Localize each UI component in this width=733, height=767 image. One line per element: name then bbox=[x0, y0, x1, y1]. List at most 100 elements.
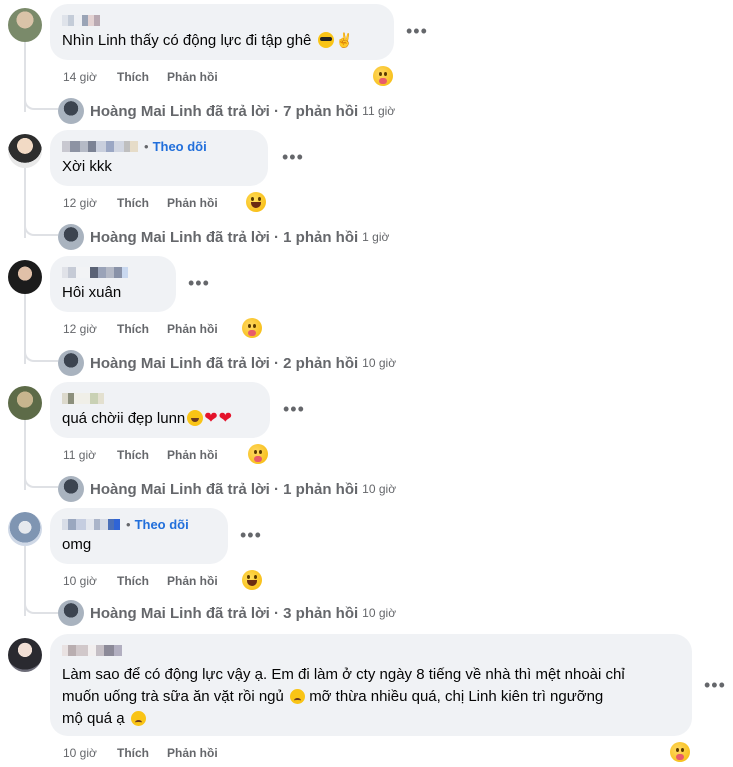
like-button[interactable]: Thích bbox=[117, 196, 149, 210]
commenter-avatar[interactable] bbox=[8, 512, 42, 546]
view-replies-link[interactable]: Hoàng Mai Linh đã trả lời · 7 phản hồi 1… bbox=[58, 98, 395, 124]
comment-bubble: Theo dõi Xời kkk bbox=[50, 130, 268, 186]
view-replies-link[interactable]: Hoàng Mai Linh đã trả lời · 1 phản hồi 1… bbox=[58, 224, 389, 250]
blurred-name bbox=[62, 392, 104, 404]
view-replies-link[interactable]: Hoàng Mai Linh đã trả lời · 1 phản hồi 1… bbox=[58, 476, 396, 502]
commenter-name[interactable] bbox=[62, 12, 382, 28]
comment-bubble: Hôi xuân bbox=[50, 256, 176, 312]
reply-button[interactable]: Phản hồi bbox=[167, 196, 218, 210]
view-replies-link[interactable]: Hoàng Mai Linh đã trả lời · 2 phản hồi 1… bbox=[58, 350, 396, 376]
more-options-icon[interactable]: ••• bbox=[188, 274, 210, 292]
comment-time[interactable]: 11 giờ bbox=[63, 448, 117, 462]
commenter-name[interactable] bbox=[62, 390, 258, 406]
thread-elbow bbox=[24, 600, 58, 614]
comment-bubble: Theo dõi omg bbox=[50, 508, 228, 564]
comment-time[interactable]: 12 giờ bbox=[63, 322, 117, 336]
comment-actions: 11 giờ Thích Phản hồi bbox=[63, 448, 236, 462]
replies-time: 10 giờ bbox=[362, 356, 397, 370]
like-button[interactable]: Thích bbox=[117, 574, 149, 588]
commenter-avatar[interactable] bbox=[8, 134, 42, 168]
commenter-avatar[interactable] bbox=[8, 638, 42, 672]
replies-summary[interactable]: Hoàng Mai Linh đã trả lời · 1 phản hồi bbox=[90, 481, 358, 498]
replies-time: 11 giờ bbox=[362, 104, 396, 118]
replies-time: 1 giờ bbox=[362, 230, 390, 244]
like-button[interactable]: Thích bbox=[117, 448, 149, 462]
comment-text: Hôi xuân bbox=[62, 284, 122, 301]
commenter-name[interactable]: Theo dõi bbox=[62, 516, 216, 532]
comment-actions: 12 giờ Thích Phản hồi bbox=[63, 322, 236, 336]
replies-summary[interactable]: Hoàng Mai Linh đã trả lời · 7 phản hồi bbox=[90, 103, 358, 120]
comment-bubble: Làm sao để có động lực vậy ạ. Em đi làm … bbox=[50, 634, 692, 736]
replies-summary[interactable]: Hoàng Mai Linh đã trả lời · 3 phản hồi bbox=[90, 605, 358, 622]
thread-elbow bbox=[24, 96, 58, 110]
like-button[interactable]: Thích bbox=[117, 746, 149, 760]
commenter-avatar[interactable] bbox=[8, 386, 42, 420]
care-reaction-icon[interactable] bbox=[242, 318, 262, 338]
frowning-emoji-icon bbox=[290, 689, 306, 704]
more-options-icon[interactable]: ••• bbox=[283, 400, 305, 418]
replier-avatar bbox=[58, 476, 84, 502]
more-options-icon[interactable]: ••• bbox=[282, 148, 304, 166]
haha-reaction-icon[interactable] bbox=[246, 192, 266, 212]
like-button[interactable]: Thích bbox=[117, 322, 149, 336]
replies-summary[interactable]: Hoàng Mai Linh đã trả lời · 2 phản hồi bbox=[90, 355, 358, 372]
sunglasses-emoji-icon bbox=[317, 32, 334, 48]
more-options-icon[interactable]: ••• bbox=[240, 526, 262, 544]
comment-text: Nhìn Linh thấy có động lực đi tập ghê bbox=[62, 30, 382, 51]
comment-actions: 10 giờ Thích Phản hồi bbox=[63, 746, 236, 760]
replier-avatar bbox=[58, 350, 84, 376]
comment-time[interactable]: 14 giờ bbox=[63, 70, 117, 84]
comment-text: Làm sao để có động lực vậy ạ. Em đi làm … bbox=[62, 666, 625, 727]
blurred-name bbox=[62, 644, 122, 656]
commenter-name[interactable] bbox=[62, 264, 164, 280]
commenter-name[interactable]: Theo dõi bbox=[62, 138, 256, 154]
reply-button[interactable]: Phản hồi bbox=[167, 746, 218, 760]
reply-button[interactable]: Phản hồi bbox=[167, 574, 218, 588]
replier-avatar bbox=[58, 224, 84, 250]
thread-elbow bbox=[24, 474, 58, 488]
comment-text: quá chờii đẹp lunn ❤❤ bbox=[62, 410, 233, 427]
blurred-name bbox=[62, 140, 138, 152]
care-reaction-icon[interactable] bbox=[670, 742, 690, 762]
red-heart-icon: ❤ bbox=[218, 410, 233, 427]
comment-bubble: quá chờii đẹp lunn ❤❤ bbox=[50, 382, 270, 438]
replier-avatar bbox=[58, 98, 84, 124]
reply-button[interactable]: Phản hồi bbox=[167, 70, 218, 84]
reply-button[interactable]: Phản hồi bbox=[167, 448, 218, 462]
blurred-name bbox=[62, 518, 120, 530]
replies-time: 10 giờ bbox=[362, 606, 397, 620]
commenter-name[interactable] bbox=[62, 642, 680, 658]
follow-button[interactable]: Theo dõi bbox=[126, 517, 189, 532]
more-options-icon[interactable]: ••• bbox=[406, 22, 428, 40]
replies-summary[interactable]: Hoàng Mai Linh đã trả lời · 1 phản hồi bbox=[90, 229, 358, 246]
like-button[interactable]: Thích bbox=[117, 70, 149, 84]
comment-time[interactable]: 12 giờ bbox=[63, 196, 117, 210]
thread-elbow bbox=[24, 348, 58, 362]
comment-text: Xời kkk bbox=[62, 158, 112, 175]
replies-time: 10 giờ bbox=[362, 482, 397, 496]
red-heart-icon: ❤ bbox=[204, 410, 218, 427]
comment-actions: 10 giờ Thích Phản hồi bbox=[63, 574, 236, 588]
replier-avatar bbox=[58, 600, 84, 626]
thread-elbow bbox=[24, 222, 58, 236]
victory-hand-emoji-icon bbox=[336, 30, 353, 50]
reply-button[interactable]: Phản hồi bbox=[167, 322, 218, 336]
comment-bubble: Nhìn Linh thấy có động lực đi tập ghê bbox=[50, 4, 394, 60]
frowning-emoji-icon bbox=[130, 711, 146, 726]
comment-actions: 12 giờ Thích Phản hồi bbox=[63, 196, 236, 210]
comment-text: omg bbox=[62, 536, 92, 553]
care-reaction-icon[interactable] bbox=[248, 444, 268, 464]
comment-time[interactable]: 10 giờ bbox=[63, 574, 117, 588]
care-reaction-icon[interactable] bbox=[373, 66, 393, 86]
blurred-name bbox=[62, 14, 100, 26]
commenter-avatar[interactable] bbox=[8, 260, 42, 294]
blurred-name bbox=[62, 266, 128, 278]
follow-button[interactable]: Theo dõi bbox=[144, 139, 207, 154]
commenter-avatar[interactable] bbox=[8, 8, 42, 42]
comment-time[interactable]: 10 giờ bbox=[63, 746, 117, 760]
grinning-squinting-emoji-icon bbox=[187, 410, 204, 426]
more-options-icon[interactable]: ••• bbox=[704, 676, 726, 694]
haha-reaction-icon[interactable] bbox=[242, 570, 262, 590]
comment-actions: 14 giờ Thích Phản hồi bbox=[63, 70, 236, 84]
view-replies-link[interactable]: Hoàng Mai Linh đã trả lời · 3 phản hồi 1… bbox=[58, 600, 396, 626]
